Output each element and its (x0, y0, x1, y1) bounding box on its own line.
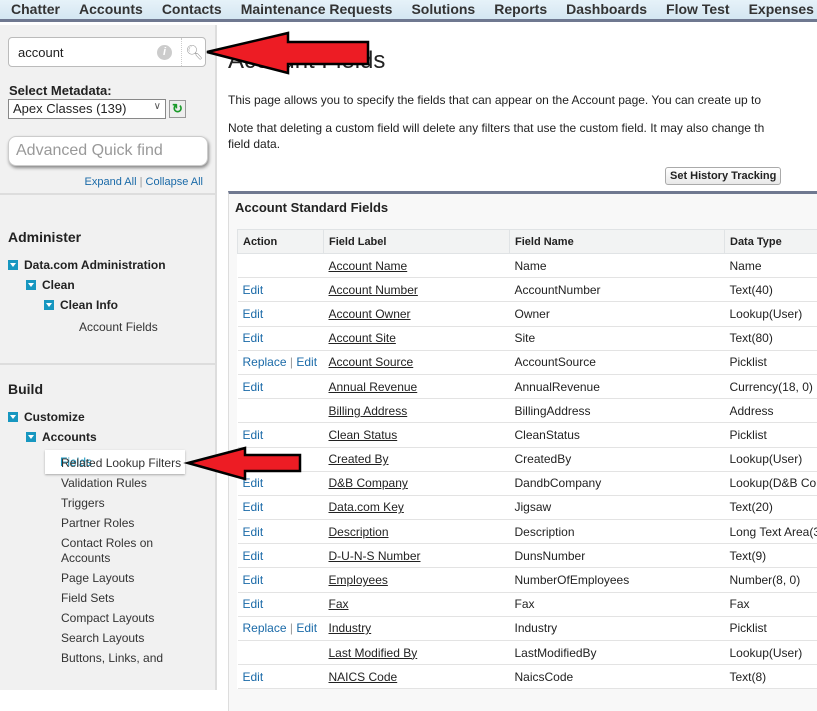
red-arrow-fields-icon (188, 448, 300, 479)
red-arrow-search-icon (207, 33, 368, 73)
annotation-arrows (0, 0, 817, 690)
